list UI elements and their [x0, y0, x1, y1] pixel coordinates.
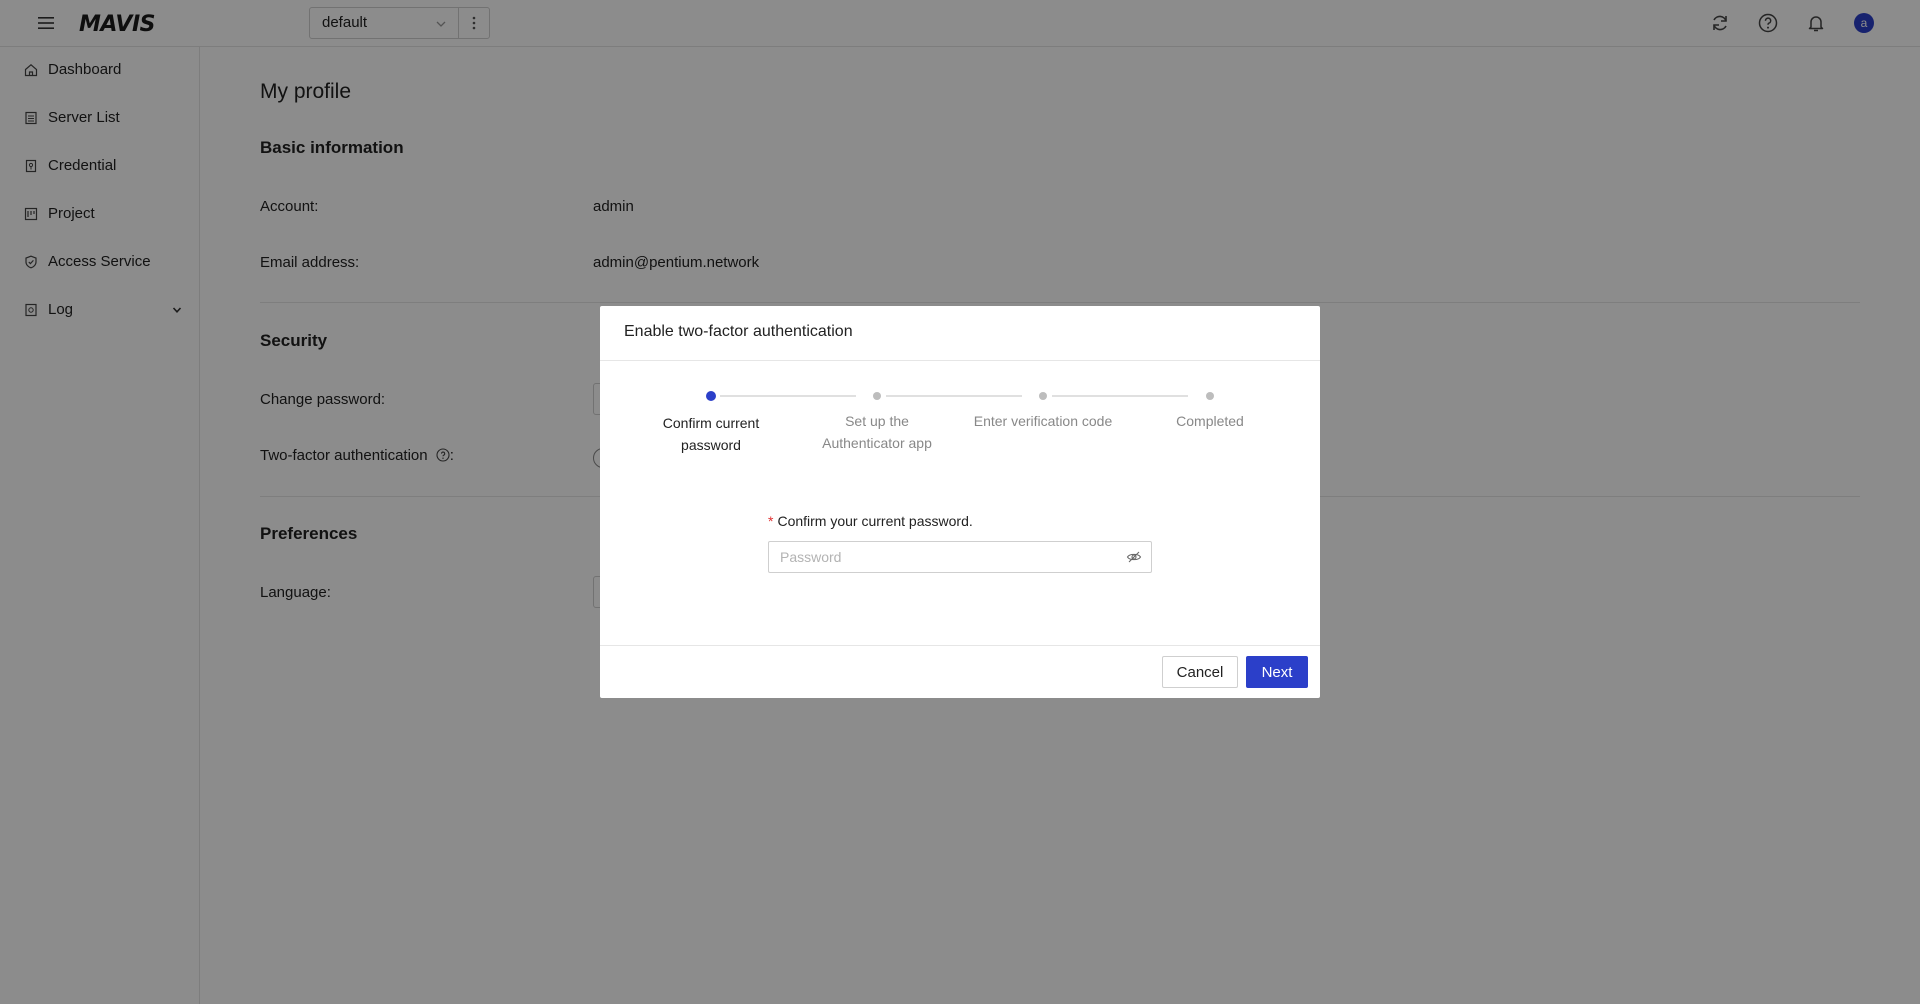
password-field-label: * Confirm your current password.: [768, 513, 973, 529]
step-indicator-3: [1039, 392, 1047, 400]
step-label-setup-authenticator: Set up the Authenticator app: [822, 413, 932, 451]
current-password-input[interactable]: [768, 541, 1152, 573]
enable-2fa-modal: Enable two-factor authentication Confirm…: [600, 306, 1320, 698]
next-button[interactable]: Next: [1246, 656, 1308, 688]
divider: [600, 645, 1320, 646]
required-marker: *: [768, 513, 774, 529]
step-connector: [886, 395, 1022, 397]
cancel-button[interactable]: Cancel: [1162, 656, 1238, 688]
divider: [600, 360, 1320, 361]
step-indicator-2: [873, 392, 881, 400]
step-connector: [720, 395, 856, 397]
step-label-completed: Completed: [1176, 413, 1244, 429]
step-indicator-4: [1206, 392, 1214, 400]
step-label-enter-code: Enter verification code: [973, 413, 1113, 429]
eye-hidden-icon[interactable]: [1126, 549, 1142, 565]
step-label-confirm-password: Confirm current password: [662, 415, 760, 453]
modal-title: Enable two-factor authentication: [624, 323, 853, 340]
step-connector: [1052, 395, 1188, 397]
step-indicator-1: [706, 391, 716, 401]
